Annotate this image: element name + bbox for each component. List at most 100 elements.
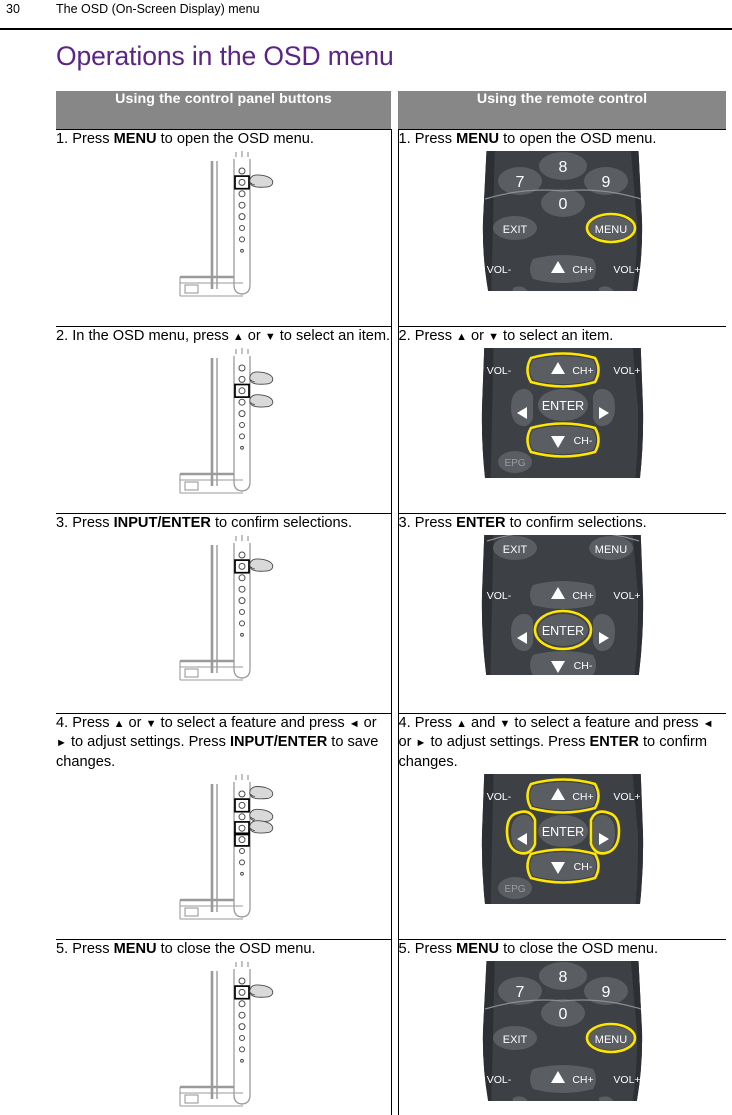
column-divider	[390, 713, 399, 940]
svg-text:EXIT: EXIT	[503, 1034, 528, 1046]
svg-text:MENU: MENU	[595, 544, 627, 556]
step-text-control-panel: 5. Press MENU to close the OSD menu.	[56, 940, 316, 957]
svg-text:0: 0	[558, 196, 567, 213]
table-row: 1. Press MENU to open the OSD menu. 1. P…	[56, 128, 727, 327]
table-header-row: Using the control panel buttons Using th…	[56, 91, 726, 129]
svg-text:0: 0	[558, 1006, 567, 1023]
svg-text:CH+: CH+	[572, 264, 593, 276]
illustration-remote: 7 8 9 0 EXIT MENU VOL- VOL+ CH+	[399, 150, 727, 296]
svg-text:CH+: CH+	[572, 1074, 593, 1086]
header-gap	[391, 91, 398, 129]
step-text-control-panel: 4. Press ▲ or ▼ to select a feature and …	[56, 715, 379, 770]
tv-control-panel-enter-highlight	[179, 535, 274, 681]
column-header-remote: Using the remote control	[398, 91, 726, 129]
illustration-remote: VOL- VOL+ CH+ ENTER CH- EPG	[399, 773, 727, 909]
page-number: 30	[6, 2, 20, 16]
column-divider	[390, 326, 399, 514]
tv-control-panel-menu-highlight	[179, 150, 274, 297]
svg-text:9: 9	[601, 174, 610, 191]
column-divider	[390, 513, 399, 714]
step-text-remote: 4. Press ▲ and ▼ to select a feature and…	[398, 715, 714, 770]
illustration-control-panel	[56, 535, 391, 710]
svg-text:8: 8	[558, 159, 567, 176]
illustration-control-panel	[56, 773, 391, 939]
step-cell-remote: 3. Press ENTER to confirm selections. 0 …	[398, 513, 727, 714]
remote-navpad-chup-chdown-highlight: VOL- VOL+ CH+ ENTER CH- EPG	[481, 348, 643, 478]
osd-operations-table: Using the control panel buttons Using th…	[56, 91, 726, 1115]
svg-text:7: 7	[515, 984, 524, 1001]
page-title: Operations in the OSD menu	[56, 41, 394, 71]
pointing-hand-icon	[249, 820, 274, 834]
pointing-hand-icon	[249, 984, 274, 998]
svg-text:VOL+: VOL+	[613, 365, 640, 377]
step-cell-control-panel: 1. Press MENU to open the OSD menu.	[56, 128, 391, 327]
svg-text:VOL+: VOL+	[613, 590, 640, 602]
step-cell-remote: 1. Press MENU to open the OSD menu. 7 8 …	[398, 128, 727, 327]
column-header-control-panel: Using the control panel buttons	[56, 91, 391, 129]
svg-text:CH+: CH+	[572, 590, 593, 602]
pointing-hand-icon	[249, 808, 274, 822]
svg-text:VOL-: VOL-	[486, 590, 511, 602]
running-header: 30 The OSD (On-Screen Display) menu	[0, 0, 732, 31]
svg-text:EXIT: EXIT	[503, 224, 528, 236]
pointing-hand-icon	[249, 394, 274, 408]
step-cell-control-panel: 3. Press INPUT/ENTER to confirm selectio…	[56, 513, 391, 714]
svg-text:VOL+: VOL+	[613, 1074, 640, 1086]
svg-text:VOL+: VOL+	[613, 791, 640, 803]
svg-text:ENTER: ENTER	[542, 399, 584, 413]
step-cell-remote: 2. Press ▲ or ▼ to select an item. VOL- …	[398, 325, 727, 514]
step-cell-control-panel: 5. Press MENU to close the OSD menu.	[56, 938, 391, 1115]
svg-text:EPG: EPG	[504, 884, 525, 895]
svg-text:ENTER: ENTER	[542, 825, 584, 839]
pointing-hand-icon	[249, 785, 274, 800]
document-page: 30 The OSD (On-Screen Display) menu Oper…	[0, 0, 732, 1115]
illustration-remote: 7 8 9 0 EXIT MENU VOL- VOL+ CH+	[399, 961, 727, 1106]
table-row: 3. Press INPUT/ENTER to confirm selectio…	[56, 513, 727, 714]
svg-text:7: 7	[515, 174, 524, 191]
svg-text:EXIT: EXIT	[503, 544, 528, 556]
illustration-control-panel	[56, 961, 391, 1115]
step-cell-remote: 4. Press ▲ and ▼ to select a feature and…	[398, 713, 727, 940]
svg-text:CH-: CH-	[573, 861, 592, 873]
step-cell-control-panel: 2. In the OSD menu, press ▲ or ▼ to sele…	[56, 325, 391, 514]
remote-navpad-all-highlight: VOL- VOL+ CH+ ENTER CH- EPG	[481, 773, 643, 904]
svg-text:EPG: EPG	[504, 458, 525, 469]
svg-text:VOL-: VOL-	[486, 1074, 511, 1086]
svg-text:VOL-: VOL-	[486, 791, 511, 803]
step-cell-control-panel: 4. Press ▲ or ▼ to select a feature and …	[56, 713, 391, 940]
table-row: 2. In the OSD menu, press ▲ or ▼ to sele…	[56, 325, 727, 514]
pointing-hand-icon	[249, 558, 274, 572]
column-divider	[390, 939, 399, 1115]
svg-text:MENU: MENU	[595, 224, 627, 236]
svg-text:CH+: CH+	[572, 365, 593, 377]
pointing-hand-icon	[249, 371, 274, 385]
header-rule	[0, 28, 732, 31]
step-cell-remote: 5. Press MENU to close the OSD menu. 7 8…	[398, 938, 727, 1115]
tv-control-panel-updown-highlight	[179, 348, 274, 494]
step-text-remote: 2. Press ▲ or ▼ to select an item.	[398, 327, 614, 344]
step-text-remote: 3. Press ENTER to confirm selections.	[398, 515, 647, 531]
illustration-remote: 0 EXIT MENU VOL- VOL+ CH+	[399, 535, 727, 680]
step-text-control-panel: 3. Press INPUT/ENTER to confirm selectio…	[56, 515, 353, 531]
svg-text:8: 8	[558, 969, 567, 986]
table-body: 1. Press MENU to open the OSD menu. 1. P…	[56, 128, 727, 1115]
svg-text:CH-: CH-	[573, 660, 592, 672]
remote-keypad-menu-highlight-5: 7 8 9 0 EXIT MENU VOL- VOL+ CH+	[482, 961, 642, 1101]
illustration-remote: VOL- VOL+ CH+ ENTER CH- EPG	[399, 348, 727, 483]
svg-text:9: 9	[601, 984, 610, 1001]
step-text-remote: 1. Press MENU to open the OSD menu.	[398, 130, 657, 147]
step-text-control-panel: 1. Press MENU to open the OSD menu.	[56, 130, 314, 147]
svg-text:VOL-: VOL-	[486, 365, 511, 377]
svg-text:VOL+: VOL+	[613, 264, 640, 276]
svg-text:CH-: CH-	[573, 435, 592, 447]
illustration-control-panel	[56, 348, 391, 513]
svg-text:VOL-: VOL-	[486, 264, 511, 276]
pointing-hand-icon	[249, 174, 274, 188]
remote-navpad-enter-highlight: 0 EXIT MENU VOL- VOL+ CH+	[481, 535, 643, 676]
step-text-remote: 5. Press MENU to close the OSD menu.	[398, 940, 659, 957]
svg-text:CH+: CH+	[572, 791, 593, 803]
table-row: 5. Press MENU to close the OSD menu. 5. …	[56, 938, 727, 1115]
tv-control-panel-multi-highlight	[179, 773, 274, 920]
svg-text:ENTER: ENTER	[542, 624, 584, 638]
remote-keypad-menu-highlight-1: 7 8 9 0 EXIT MENU VOL- VOL+ CH+	[482, 150, 642, 291]
